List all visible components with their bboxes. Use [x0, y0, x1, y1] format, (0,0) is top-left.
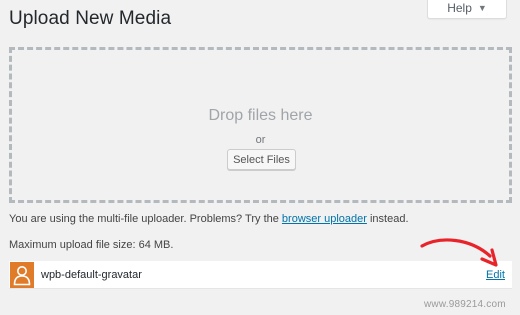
drop-files-text: Drop files here	[208, 107, 313, 124]
caret-down-icon: ▼	[477, 3, 487, 13]
info-prefix: You are using the multi-file uploader. P…	[9, 213, 279, 225]
help-tab-label: Help	[447, 1, 472, 15]
help-tab-button[interactable]: Help ▼	[427, 0, 507, 19]
default-avatar-icon	[10, 262, 34, 288]
drop-zone[interactable]: Drop files here or Select Files	[9, 47, 512, 203]
watermark: www.989214.com	[424, 299, 506, 310]
media-filename: wpb-default-gravatar	[41, 269, 142, 281]
info-suffix: instead.	[369, 213, 409, 225]
page-title: Upload New Media	[9, 8, 172, 29]
uploader-info-text: You are using the multi-file uploader. P…	[9, 213, 409, 225]
select-files-button[interactable]: Select Files	[227, 149, 296, 170]
red-arrow-annotation	[420, 238, 498, 267]
avatar-silhouette	[13, 266, 31, 286]
or-text: or	[255, 134, 266, 146]
browser-uploader-link[interactable]: browser uploader	[282, 213, 367, 225]
max-upload-size-text: Maximum upload file size: 64 MB.	[9, 239, 174, 251]
upload-media-page: Upload New Media Help ▼ Drop files here …	[0, 0, 520, 315]
